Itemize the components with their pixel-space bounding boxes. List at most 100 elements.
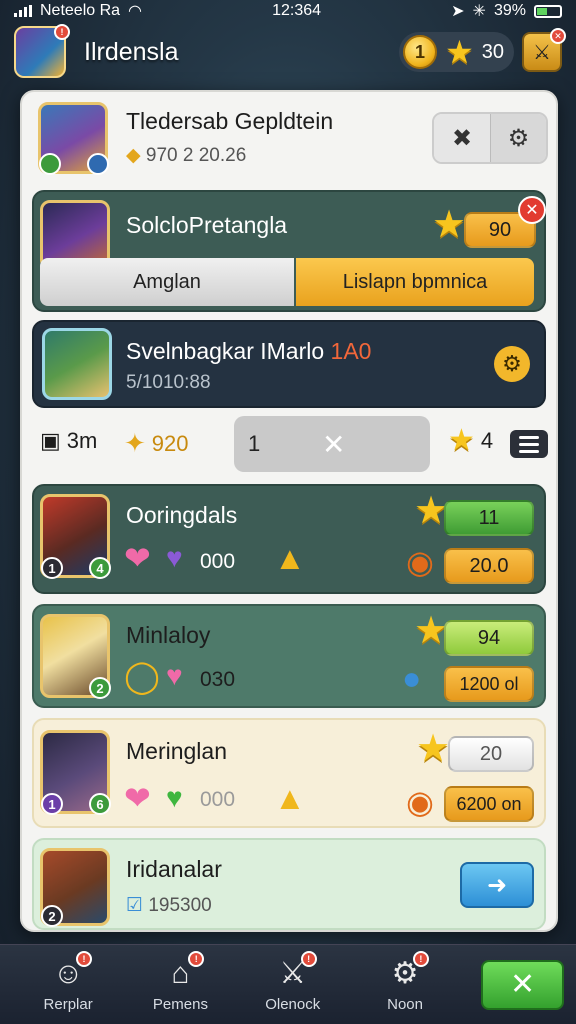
bowl-icon: ◉ (406, 784, 434, 820)
right-option-button[interactable]: Lislapn bpmnica (296, 258, 534, 306)
event-title-text: Svelnbagkar IMarlo (126, 338, 325, 364)
hero-name: Minlaloy (126, 622, 211, 648)
star-icon: ★ (432, 204, 467, 246)
search-input[interactable]: 1 ✕ (234, 416, 430, 472)
check-icon: ☑ (126, 895, 144, 916)
profile-actions: ✖ ⚙ (432, 112, 548, 164)
hero-value: 195300 (148, 895, 212, 916)
nav-label: Noon (387, 996, 423, 1013)
star-icon: ★ (448, 424, 475, 457)
hero-resource-value: 20.0 (444, 548, 534, 584)
hero-resource-value: 6200 on (444, 786, 534, 822)
left-option-button[interactable]: Amglan (40, 258, 294, 306)
event-highlight: 1A0 (330, 338, 372, 364)
gold-icon: ✦ (124, 428, 146, 458)
shop-button[interactable]: ⚔ ✕ (522, 28, 566, 72)
nav-item-battle[interactable]: ⚔ ! Olenock (237, 945, 349, 1024)
star-icon: ★ (445, 34, 474, 70)
star-filter-value: 4 (480, 428, 494, 453)
gem-icon: ♥ (166, 542, 183, 573)
profile-subtitle: ◆ 970 2 20.26 (126, 144, 246, 167)
hero-value-line: ☑ 195300 (126, 894, 212, 917)
hero-row[interactable]: 2 Minlaloy ◯ ♥ 030 ★ 94 ● 1200 ol (32, 604, 546, 708)
event-card[interactable]: Svelnbagkar IMarlo 1A0 5/1010:88 ⚙ (32, 320, 546, 408)
bluetooth-icon: ✳ (472, 3, 486, 20)
star-filter[interactable]: ★ 4 (448, 426, 493, 456)
level-badge: 1 (41, 793, 63, 815)
event-subtitle: 5/1010:88 (126, 372, 211, 393)
hero-name: Meringlan (126, 738, 227, 764)
puzzle-icon[interactable]: ⚙ (490, 114, 546, 162)
gem-icon: ♥ (166, 782, 183, 813)
level-badge: 1 (41, 557, 63, 579)
player-avatar[interactable]: ! (14, 24, 70, 78)
close-button[interactable]: ✕ (481, 959, 564, 1010)
event-title: Svelnbagkar IMarlo 1A0 (126, 338, 371, 365)
profile-title: Tledersab Gepldtein (126, 108, 334, 134)
gold-value: 920 (151, 430, 189, 456)
hero-name: Iridanalar (126, 856, 222, 882)
menu-icon[interactable] (510, 430, 548, 458)
notification-badge: ! (54, 24, 70, 40)
shop-icon: ⚔ (533, 41, 551, 64)
close-icon: ✕ (510, 968, 536, 1001)
nav-label: Olenock (265, 996, 321, 1013)
hero-star-value: 20 (448, 736, 534, 772)
level-badge: 4 (89, 557, 111, 579)
hero-portrait: 1 6 (40, 730, 111, 815)
hero-resource-value: 1200 ol (444, 666, 534, 702)
hero-portrait: 2 (40, 614, 111, 699)
carrier-label: Neteelo Ra (40, 2, 121, 19)
hero-value: 000 (200, 550, 236, 573)
clear-icon[interactable]: ✕ (322, 428, 345, 461)
coin-value: 1 (415, 41, 426, 62)
heart-icon: ❤ (124, 540, 151, 576)
notification-badge: ! (300, 950, 317, 967)
stack-icon: ▣ (40, 428, 61, 453)
hero-row[interactable]: 2 Iridanalar ☑ 195300 ➜ (32, 838, 546, 930)
main-panel: Tledersab Gepldtein ◆ 970 2 20.26 ✖ ⚙ So… (20, 90, 558, 932)
hero-portrait (38, 102, 109, 175)
count-filter[interactable]: ▣ 3m (40, 428, 97, 454)
challenge-card: SolcloPretangla ★ 90 ✕ Amglan Lislapn bp… (32, 190, 546, 312)
nav-label: Rerplar (43, 996, 93, 1013)
close-icon[interactable]: ✖ (434, 114, 490, 162)
level-badge: 6 (89, 793, 111, 815)
game-title: Ilrdensla (84, 37, 179, 66)
hero-value: 000 (200, 788, 236, 811)
heart-icon: ♥ (166, 660, 183, 691)
hero-row[interactable]: 1 6 Meringlan ❤ ♥ 000 ▲ ★ 20 ◉ 6200 on (32, 718, 546, 828)
hero-portrait: 1 4 (40, 494, 111, 579)
currency-pill[interactable]: 1 ★ 30 (399, 32, 514, 72)
hero-name: Ooringdals (126, 502, 238, 528)
nav-label: Pemens (152, 996, 208, 1013)
ring-icon: ◯ (124, 658, 160, 694)
gold-filter[interactable]: ✦ 920 (124, 428, 189, 459)
profile-card[interactable]: Tledersab Gepldtein ◆ 970 2 20.26 ✖ ⚙ (22, 92, 556, 180)
nav-item-heroes[interactable]: ☺ ! Rerplar (12, 945, 124, 1024)
hero-portrait (42, 328, 112, 400)
gear-icon[interactable]: ⚙ (494, 346, 530, 382)
level-badge (39, 153, 61, 175)
top-bar: ! Ilrdensla 1 ★ 30 ⚔ ✕ (14, 24, 566, 80)
notification-badge: ! (76, 950, 92, 967)
hero-row[interactable]: 1 4 Ooringdals ❤ ♥ 000 ▲ ★ 11 ◉ 20.0 (32, 484, 546, 594)
profile-subtitle-text: 970 2 20.26 (145, 145, 247, 166)
wifi-icon: ◠ (128, 3, 143, 20)
hero-portrait: 2 (40, 848, 110, 927)
level-badge: 2 (41, 905, 63, 927)
coin-icon: 1 (403, 35, 438, 69)
search-value: 1 (248, 431, 261, 456)
nav-item-home[interactable]: ⌂ ! Pemens (124, 945, 236, 1024)
nav-item-settings[interactable]: ⚙ ! Noon (349, 945, 461, 1024)
clock: 12:364 (272, 2, 322, 19)
gold-icon: ▲ (274, 780, 306, 816)
go-button[interactable]: ➜ (460, 862, 534, 908)
star-icon: ★ (414, 490, 449, 532)
arrow-right-icon: ➜ (486, 871, 508, 899)
close-icon[interactable]: ✕ (518, 196, 546, 224)
signal-icon (14, 5, 32, 17)
battery-icon (533, 4, 562, 18)
filter-bar: ▣ 3m ✦ 920 1 ✕ ★ 4 (36, 414, 548, 472)
shop-badge: ✕ (550, 28, 566, 44)
